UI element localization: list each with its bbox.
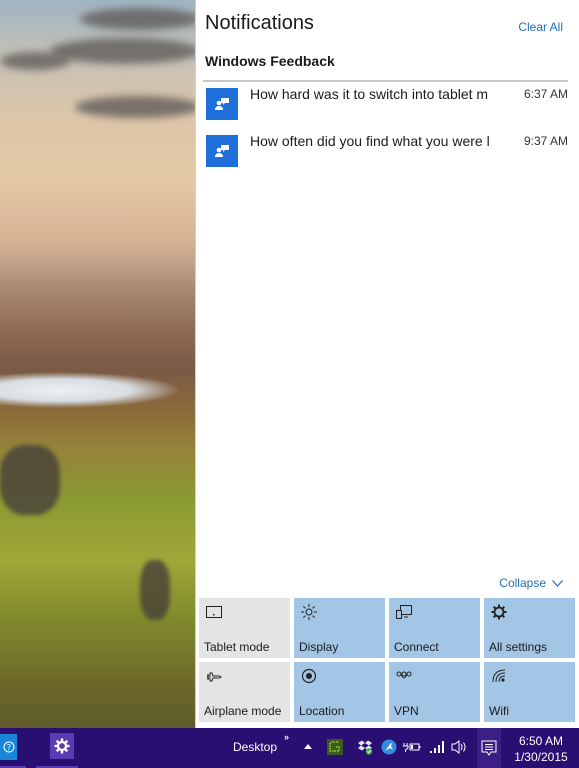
cloud [75, 96, 200, 118]
cloud [50, 38, 200, 64]
desktop-toolbar[interactable]: Desktop [233, 740, 277, 754]
quick-action-label: Wifi [489, 704, 509, 718]
quick-action-tablet-mode[interactable]: Tablet mode [199, 598, 290, 658]
gear-icon [54, 738, 70, 754]
help-button[interactable]: ? [0, 734, 17, 760]
battery-icon[interactable] [403, 738, 421, 756]
svg-text:?: ? [6, 743, 10, 752]
quick-action-label: Connect [394, 640, 439, 654]
cloud [0, 52, 70, 70]
cloud [80, 8, 200, 30]
dropbox-icon[interactable] [356, 738, 374, 756]
kangaroo-app-icon[interactable] [380, 738, 398, 756]
help-icon: ? [3, 741, 14, 753]
quick-action-label: Display [299, 640, 339, 654]
connect-icon [395, 603, 413, 621]
notification-item[interactable]: How hard was it to switch into tablet m … [206, 84, 568, 120]
quick-action-connect[interactable]: Connect [389, 598, 480, 658]
clock-date: 1/30/2015 [514, 750, 568, 764]
rock [140, 560, 170, 620]
signal-icon[interactable] [428, 738, 446, 756]
action-center-panel: Notifications Clear All Windows Feedback… [195, 0, 579, 728]
quick-action-label: VPN [394, 704, 419, 718]
tablet-mode-icon [205, 603, 223, 621]
quick-action-label: Location [299, 704, 345, 718]
notification-message: How often did you find what you were l [250, 133, 490, 149]
taskbar-clock[interactable]: 6:50 AM 1/30/2015 [508, 733, 574, 765]
location-icon [300, 667, 318, 685]
feedback-icon [206, 88, 238, 120]
airplane-icon [205, 667, 223, 685]
quick-action-label: Airplane mode [204, 704, 282, 718]
action-center-button[interactable] [477, 728, 501, 768]
action-center-icon [481, 740, 497, 756]
quick-actions-grid: Tablet mode Display Connect All settings… [199, 598, 575, 722]
volume-icon[interactable] [451, 738, 469, 756]
notification-time: 6:37 AM [523, 87, 568, 101]
brightness-icon [300, 603, 318, 621]
group-divider [203, 80, 568, 82]
wifi-icon [490, 667, 508, 685]
feedback-icon [206, 135, 238, 167]
taskbar: ? Desktop » 6:50 AM 1/30/2015 [0, 728, 579, 768]
notification-group-title[interactable]: Windows Feedback [205, 53, 335, 69]
quick-action-vpn[interactable]: VPN [389, 662, 480, 722]
gear-icon [490, 603, 508, 621]
notification-message: How hard was it to switch into tablet m [250, 86, 489, 102]
clock-time: 6:50 AM [518, 734, 564, 748]
toolbar-overflow-button[interactable]: » [284, 732, 289, 742]
collapse-button[interactable]: Collapse [499, 576, 563, 590]
quick-action-wifi[interactable]: Wifi [484, 662, 575, 722]
quick-action-all-settings[interactable]: All settings [484, 598, 575, 658]
panel-title: Notifications [205, 12, 314, 34]
quick-action-label: Tablet mode [204, 640, 270, 654]
clear-all-link[interactable]: Clear All [518, 20, 563, 34]
rock [0, 445, 60, 515]
app-green-icon[interactable] [326, 738, 344, 756]
quick-action-display[interactable]: Display [294, 598, 385, 658]
collapse-label: Collapse [499, 576, 546, 590]
settings-app-button[interactable] [50, 733, 74, 759]
notification-time: 9:37 AM [523, 134, 568, 148]
notification-item[interactable]: How often did you find what you were l 9… [206, 131, 568, 167]
quick-action-label: All settings [489, 640, 548, 654]
quick-action-location[interactable]: Location [294, 662, 385, 722]
vpn-icon [395, 667, 413, 685]
quick-action-airplane-mode[interactable]: Airplane mode [199, 662, 290, 722]
chevron-down-icon [552, 579, 563, 587]
show-hidden-icons-button[interactable] [304, 744, 312, 749]
